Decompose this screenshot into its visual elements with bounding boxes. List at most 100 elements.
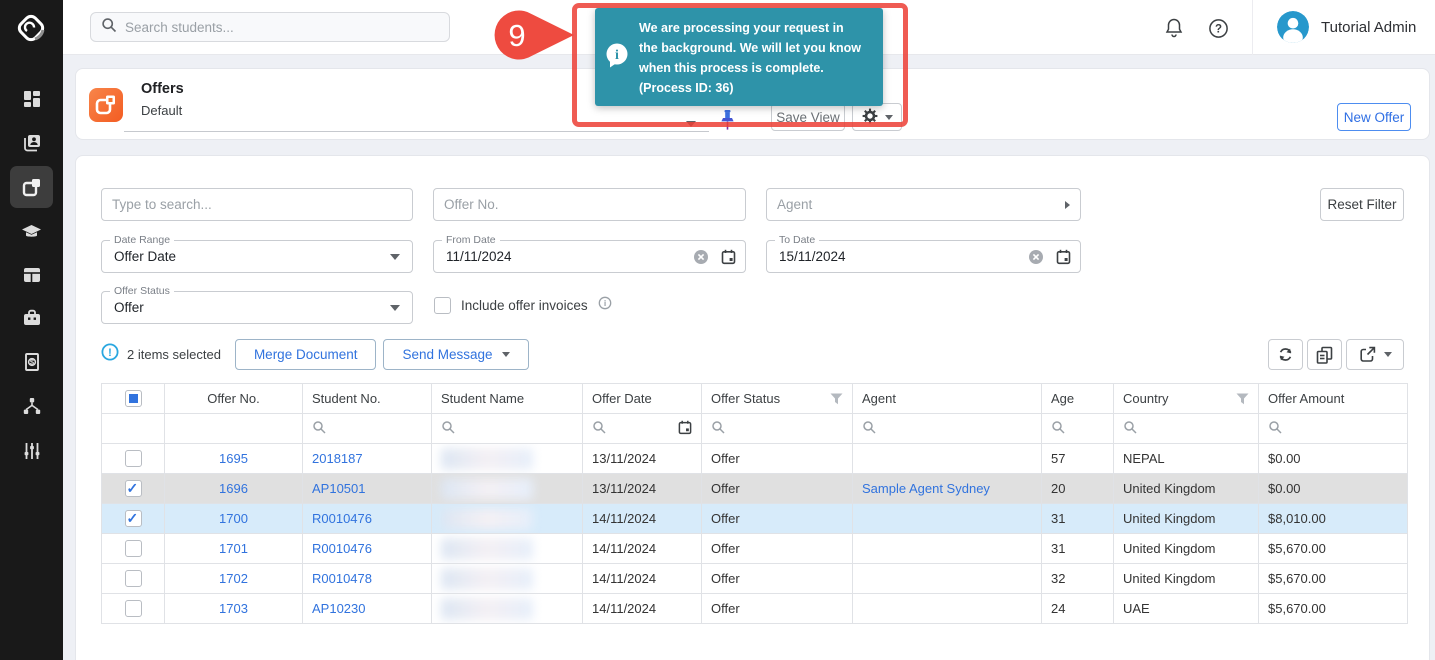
sidebar-item-dashboard[interactable] <box>10 78 53 120</box>
cell-student_no: R0010476 <box>303 504 432 534</box>
column-filter-country[interactable] <box>1114 414 1259 444</box>
table-row[interactable]: 1696AP1050113/11/2024OfferSample Agent S… <box>102 474 1408 504</box>
cell-country: United Kingdom <box>1114 564 1259 594</box>
from-date-field[interactable]: From Date 11/11/2024 <box>433 240 746 273</box>
export-button[interactable] <box>1346 339 1404 370</box>
column-filter-offer_date[interactable] <box>583 414 702 444</box>
row-checkbox[interactable] <box>125 570 142 587</box>
column-filter-student_no[interactable] <box>303 414 432 444</box>
table-row[interactable]: 1700R001047614/11/2024Offer31United King… <box>102 504 1408 534</box>
new-offer-button[interactable]: New Offer <box>1337 103 1411 131</box>
offer_no-link[interactable]: 1701 <box>219 541 248 556</box>
avatar[interactable] <box>1277 11 1309 43</box>
row-checkbox[interactable] <box>125 510 142 527</box>
cell-age: 32 <box>1042 564 1114 594</box>
select-all-checkbox[interactable] <box>125 390 142 407</box>
student_no-link[interactable]: R0010476 <box>312 511 372 526</box>
sidebar-item-offers[interactable] <box>10 166 53 208</box>
send-message-button[interactable]: Send Message <box>383 339 528 370</box>
calendar-icon[interactable] <box>678 420 692 438</box>
to-date-label: To Date <box>775 234 819 246</box>
student_no-link[interactable]: AP10230 <box>312 601 366 616</box>
to-date-field[interactable]: To Date 15/11/2024 <box>766 240 1081 273</box>
reset-filter-button[interactable]: Reset Filter <box>1320 188 1404 221</box>
copy-grid-button[interactable] <box>1307 339 1342 370</box>
filter-offer-no-input[interactable] <box>444 197 735 212</box>
student_no-link[interactable]: R0010478 <box>312 571 372 586</box>
global-search[interactable] <box>90 12 450 42</box>
table-row[interactable]: 1703AP1023014/11/2024Offer24UAE$5,670.00 <box>102 594 1408 624</box>
view-name[interactable]: Default <box>141 103 182 118</box>
offer_no-link[interactable]: 1696 <box>219 481 248 496</box>
student_no-link[interactable]: AP10501 <box>312 481 366 496</box>
offer_no-link[interactable]: 1695 <box>219 451 248 466</box>
column-filter-offer_amount[interactable] <box>1259 414 1408 444</box>
date-range-select[interactable]: Date Range Offer Date <box>101 240 413 273</box>
filter-search-field[interactable] <box>101 188 413 221</box>
column-header-student_name[interactable]: Student Name <box>432 384 583 414</box>
column-label: Offer Status <box>711 391 780 406</box>
filter-offer-no-field[interactable] <box>433 188 746 221</box>
filter-search-input[interactable] <box>112 197 402 212</box>
pin-icon[interactable] <box>720 109 735 136</box>
sidebar-item-jobs[interactable] <box>10 297 53 339</box>
agent-link[interactable]: Sample Agent Sydney <box>862 481 990 496</box>
clear-from-date-icon[interactable] <box>693 249 709 270</box>
save-view-button[interactable]: Save View <box>771 103 845 131</box>
cell-student_no: AP10501 <box>303 474 432 504</box>
notifications-bell-icon[interactable] <box>1162 16 1186 40</box>
row-checkbox[interactable] <box>125 450 142 467</box>
student_no-link[interactable]: 2018187 <box>312 451 363 466</box>
sidebar-item-courses[interactable] <box>10 211 53 253</box>
column-header-offer_no[interactable]: Offer No. <box>165 384 303 414</box>
include-invoices-info-icon[interactable]: i <box>598 296 612 315</box>
cell-country: NEPAL <box>1114 444 1259 474</box>
search-input[interactable] <box>125 20 425 35</box>
filter-agent-input[interactable] <box>777 197 1065 212</box>
sidebar-item-preferences[interactable] <box>10 430 53 472</box>
table-row[interactable]: 1695201818713/11/2024Offer57NEPAL$0.00 <box>102 444 1408 474</box>
column-header-age[interactable]: Age <box>1042 384 1114 414</box>
column-header-student_no[interactable]: Student No. <box>303 384 432 414</box>
offer_no-link[interactable]: 1703 <box>219 601 248 616</box>
view-select-caret-icon[interactable] <box>686 121 696 127</box>
refresh-button[interactable] <box>1268 339 1303 370</box>
offer-status-select[interactable]: Offer Status Offer <box>101 291 413 324</box>
to-date-calendar-icon[interactable] <box>1056 249 1071 270</box>
merge-document-button[interactable]: Merge Document <box>235 339 377 370</box>
help-icon[interactable]: ? <box>1206 16 1230 40</box>
column-filter-age[interactable] <box>1042 414 1114 444</box>
processing-toast[interactable]: i We are processing your request inthe b… <box>595 8 883 106</box>
row-checkbox[interactable] <box>125 480 142 497</box>
clear-to-date-icon[interactable] <box>1028 249 1044 270</box>
table-row[interactable]: 1701R001047614/11/2024Offer31United King… <box>102 534 1408 564</box>
search-icon <box>862 420 876 437</box>
row-checkbox[interactable] <box>125 540 142 557</box>
column-header-offer_amount[interactable]: Offer Amount <box>1259 384 1408 414</box>
user-name[interactable]: Tutorial Admin <box>1321 19 1416 36</box>
include-offer-invoices-checkbox[interactable] <box>434 297 451 314</box>
column-header-country[interactable]: Country <box>1114 384 1259 414</box>
cell-student_no: 2018187 <box>303 444 432 474</box>
cell-student-name-redacted <box>432 444 583 474</box>
sidebar-item-applications[interactable] <box>10 254 53 296</box>
sidebar-item-agents[interactable] <box>10 385 53 427</box>
offer_no-link[interactable]: 1702 <box>219 571 248 586</box>
column-filter-offer_status[interactable] <box>702 414 853 444</box>
column-filter-agent[interactable] <box>853 414 1042 444</box>
offer_no-link[interactable]: 1700 <box>219 511 248 526</box>
student_no-link[interactable]: R0010476 <box>312 541 372 556</box>
view-settings-button[interactable] <box>852 103 902 131</box>
column-header-offer_status[interactable]: Offer Status <box>702 384 853 414</box>
column-filter-student_name[interactable] <box>432 414 583 444</box>
sidebar-item-students[interactable] <box>10 122 53 164</box>
column-header-agent[interactable]: Agent <box>853 384 1042 414</box>
app-logo[interactable] <box>12 9 50 47</box>
row-checkbox[interactable] <box>125 600 142 617</box>
offer-status-caret-icon <box>390 305 400 311</box>
column-header-offer_date[interactable]: Offer Date <box>583 384 702 414</box>
sidebar-item-invoices[interactable]: $ <box>10 341 53 383</box>
from-date-calendar-icon[interactable] <box>721 249 736 270</box>
filter-agent-field[interactable] <box>766 188 1081 221</box>
table-row[interactable]: 1702R001047814/11/2024Offer32United King… <box>102 564 1408 594</box>
